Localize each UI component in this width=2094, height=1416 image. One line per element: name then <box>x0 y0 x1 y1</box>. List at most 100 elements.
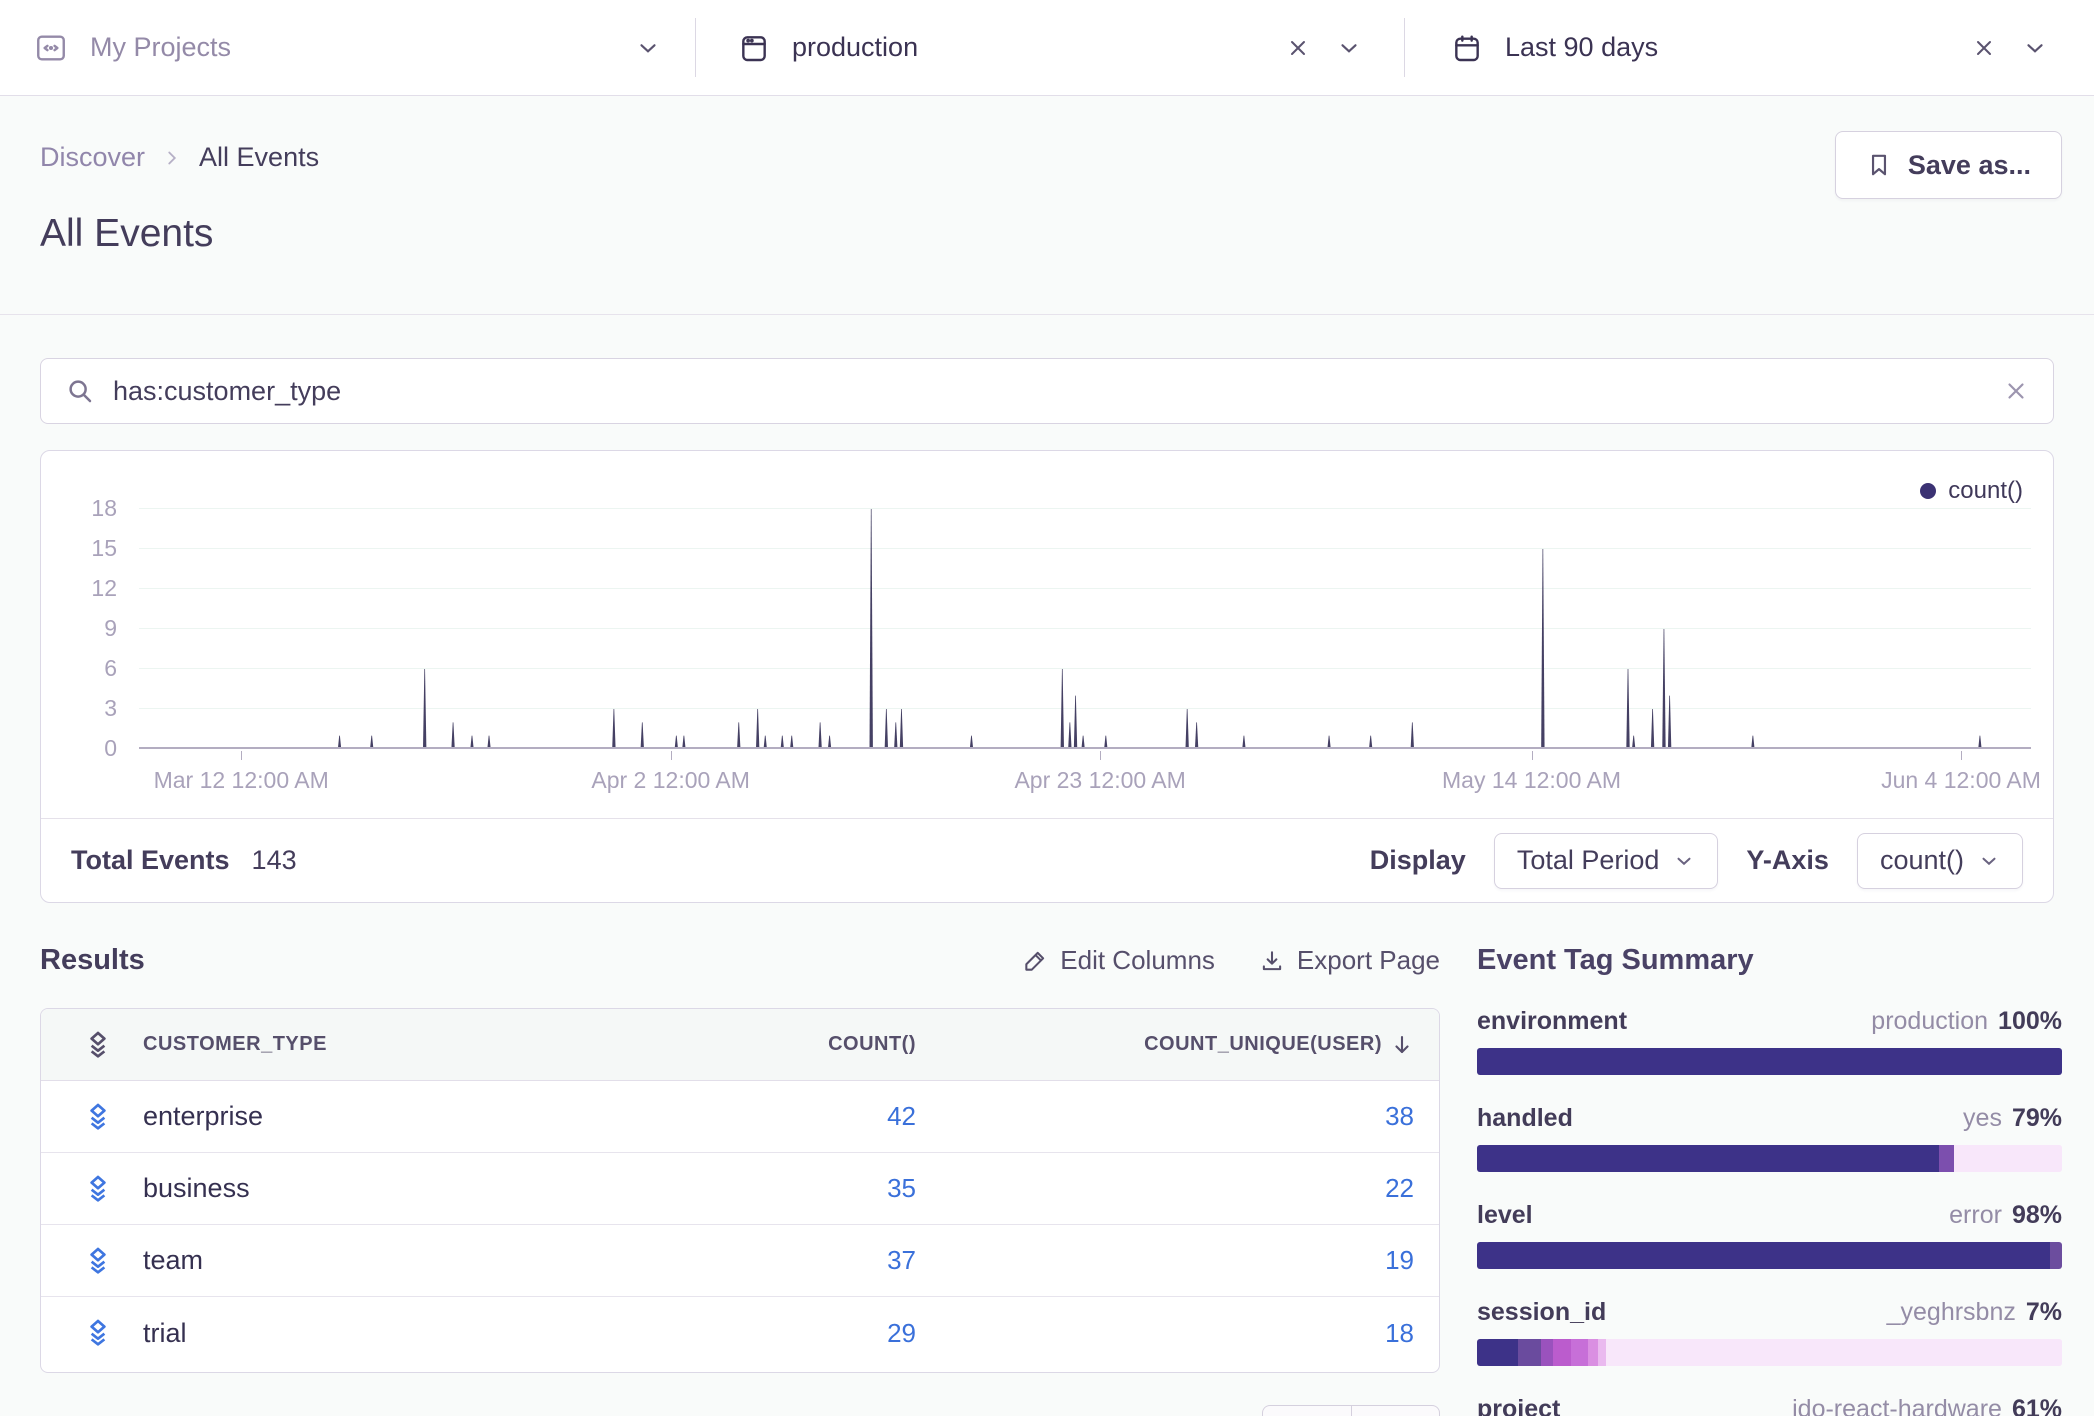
tag-row-environment: environment production 100% <box>1477 1007 2062 1075</box>
page-header: Discover All Events Save as... All Event… <box>0 96 2094 315</box>
column-header-count-unique[interactable]: COUNT_UNIQUE(USER) <box>916 1033 1414 1057</box>
project-selector[interactable]: My Projects <box>0 0 695 95</box>
cell-count-unique-link[interactable]: 22 <box>916 1173 1414 1204</box>
cell-count-link[interactable]: 35 <box>596 1173 916 1204</box>
cell-customer-type: trial <box>143 1318 596 1349</box>
tag-summary-title: Event Tag Summary <box>1477 944 2062 977</box>
tag-top-percent: 79% <box>2012 1104 2062 1133</box>
display-dropdown-value: Total Period <box>1517 845 1660 876</box>
table-row: enterprise 42 38 <box>41 1081 1439 1153</box>
export-page-button[interactable]: Export Page <box>1259 945 1440 976</box>
breadcrumb-discover-link[interactable]: Discover <box>40 142 145 173</box>
date-range-selector[interactable]: Last 90 days <box>1405 0 2094 95</box>
tag-top-percent: 98% <box>2012 1201 2062 1230</box>
stack-icon[interactable] <box>41 1100 143 1134</box>
tag-row-session-id: session_id _yeghrsbnz 7% <box>1477 1298 2062 1366</box>
chevron-down-icon[interactable] <box>635 35 661 61</box>
tag-row-handled: handled yes 79% <box>1477 1104 2062 1172</box>
project-selector-label: My Projects <box>90 32 231 63</box>
stack-icon[interactable] <box>41 1244 143 1278</box>
bookmark-icon <box>1866 152 1892 178</box>
date-range-label: Last 90 days <box>1505 32 1658 63</box>
tag-row-project: project ido-react-hardware 61% <box>1477 1395 2062 1416</box>
cell-customer-type: enterprise <box>143 1101 596 1132</box>
environment-selector-label: production <box>792 32 918 63</box>
y-axis-dropdown-value: count() <box>1880 845 1964 876</box>
cell-customer-type: business <box>143 1173 596 1204</box>
search-input[interactable] <box>113 376 2003 407</box>
y-axis-dropdown[interactable]: count() <box>1857 833 2023 889</box>
chart-legend[interactable]: count() <box>1920 477 2023 505</box>
tag-top-value: error <box>1949 1201 2002 1230</box>
cell-count-link[interactable]: 37 <box>596 1245 916 1276</box>
tag-distribution-bar <box>1477 1048 2062 1075</box>
cell-customer-type: team <box>143 1245 596 1276</box>
results-header-row: Results Edit Columns Export Page <box>40 944 1440 977</box>
pencil-icon <box>1022 948 1048 974</box>
total-events-label: Total Events <box>71 845 230 876</box>
legend-label: count() <box>1948 477 2023 505</box>
tag-top-percent: 7% <box>2026 1298 2062 1327</box>
sort-desc-arrow-icon <box>1390 1033 1414 1057</box>
tag-key: handled <box>1477 1104 1573 1133</box>
tag-distribution-bar <box>1477 1242 2062 1269</box>
tag-top-value: production <box>1871 1007 1988 1036</box>
chart-footer: Total Events 143 Display Total Period Y-… <box>41 818 2053 902</box>
tag-key: level <box>1477 1201 1533 1230</box>
cell-count-unique-link[interactable]: 38 <box>916 1101 1414 1132</box>
chart-series-spikes <box>139 509 2031 749</box>
search-icon <box>65 376 95 406</box>
search-bar <box>40 358 2054 424</box>
x-axis-labels: Mar 12 12:00 AMApr 2 12:00 AMApr 23 12:0… <box>139 751 2031 797</box>
clear-environment-icon[interactable] <box>1286 36 1310 60</box>
projects-icon <box>34 31 68 65</box>
chevron-down-icon[interactable] <box>2022 35 2048 61</box>
events-chart-card: count() 0369121518 Mar 12 12:00 AMApr 2 … <box>40 450 2054 903</box>
column-header-customer-type[interactable]: CUSTOMER_TYPE <box>143 1033 596 1056</box>
chevron-right-icon <box>161 147 183 169</box>
tag-top-value: yes <box>1963 1104 2002 1133</box>
chevron-down-icon[interactable] <box>1336 35 1362 61</box>
chart-plot-area <box>139 509 2031 749</box>
tag-distribution-bar <box>1477 1339 2062 1366</box>
stack-icon[interactable] <box>41 1172 143 1206</box>
y-axis-labels: 0369121518 <box>41 509 139 749</box>
total-events-value: 143 <box>252 845 297 876</box>
tag-key: session_id <box>1477 1298 1606 1327</box>
clear-date-icon[interactable] <box>1972 36 1996 60</box>
pagination-next-button[interactable] <box>1351 1405 1440 1416</box>
tag-key: environment <box>1477 1007 1627 1036</box>
pagination-prev-button[interactable] <box>1262 1405 1351 1416</box>
chart-plot-wrap: 0369121518 <box>41 509 2031 749</box>
display-dropdown[interactable]: Total Period <box>1494 833 1719 889</box>
tag-top-value: ido-react-hardware <box>1792 1395 2002 1416</box>
save-as-button[interactable]: Save as... <box>1835 131 2062 199</box>
tag-row-level: level error 98% <box>1477 1201 2062 1269</box>
stack-icon[interactable] <box>41 1316 143 1350</box>
download-icon <box>1259 948 1285 974</box>
discover-all-events-page: My Projects production <box>0 0 2094 1416</box>
stack-icon <box>41 1028 143 1062</box>
cell-count-unique-link[interactable]: 18 <box>916 1318 1414 1349</box>
save-as-label: Save as... <box>1908 150 2031 181</box>
y-axis-label: Y-Axis <box>1746 845 1829 876</box>
column-header-count[interactable]: COUNT() <box>596 1033 916 1056</box>
tag-distribution-bar <box>1477 1145 2062 1172</box>
cell-count-unique-link[interactable]: 19 <box>916 1245 1414 1276</box>
cell-count-link[interactable]: 42 <box>596 1101 916 1132</box>
tag-top-value: _yeghrsbnz <box>1887 1298 2016 1327</box>
calendar-icon <box>1451 32 1483 64</box>
pagination <box>1262 1405 1440 1416</box>
clear-search-icon[interactable] <box>2003 378 2029 404</box>
edit-columns-button[interactable]: Edit Columns <box>1022 945 1215 976</box>
table-header-row: CUSTOMER_TYPE COUNT() COUNT_UNIQUE(USER) <box>41 1009 1439 1081</box>
table-row: team 37 19 <box>41 1225 1439 1297</box>
tag-top-percent: 61% <box>2012 1395 2062 1416</box>
event-tag-summary: Event Tag Summary environment production… <box>1477 944 2062 1416</box>
global-filter-bar: My Projects production <box>0 0 2094 96</box>
page-title: All Events <box>40 212 213 256</box>
cell-count-link[interactable]: 29 <box>596 1318 916 1349</box>
window-icon <box>738 32 770 64</box>
legend-dot-icon <box>1920 483 1936 499</box>
environment-selector[interactable]: production <box>696 0 1404 95</box>
